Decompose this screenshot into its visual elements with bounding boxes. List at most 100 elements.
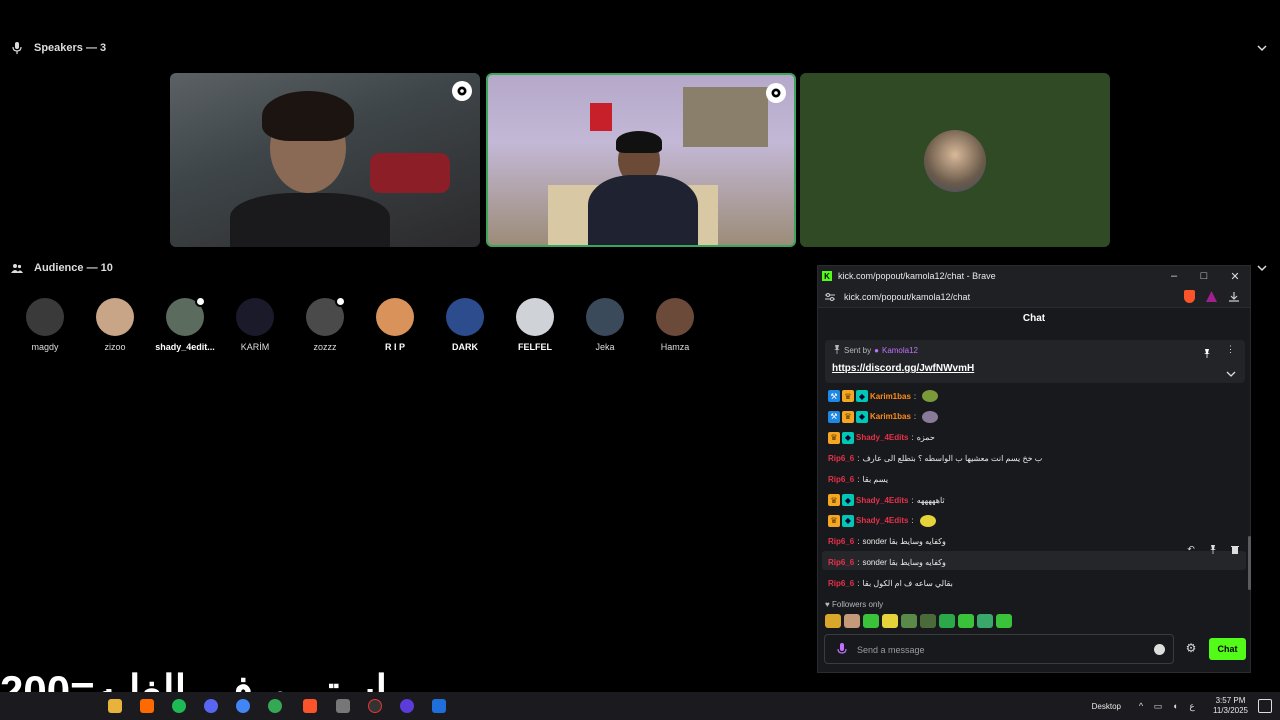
audience-member[interactable]: zizoo [85,298,145,352]
message-input[interactable] [857,641,1147,659]
chat-username[interactable]: Rip6_6 [828,475,854,484]
chat-message[interactable]: Rip6_6: ب خخ يسم انت معشيها ب الواسطه ؟ ب… [828,450,1042,466]
more-options-icon[interactable]: ⋮ [1226,344,1235,355]
speaker-avatar-tile[interactable] [800,73,1110,247]
chat-scrollbar[interactable] [1248,536,1251,590]
emote-button[interactable] [825,614,841,628]
speaker-video-tile-active[interactable] [486,73,796,247]
pinned-message[interactable]: Sent by ● Kamola12 https://discord.gg/Jw… [825,340,1245,383]
spotify-icon[interactable] [172,699,186,713]
clock[interactable]: 3:57 PM 11/3/2025 [1213,696,1248,716]
audience-member[interactable]: FELFEL [505,298,565,352]
terminal-icon[interactable] [432,699,446,713]
mod-badge-icon: ⚒ [828,410,840,423]
file-explorer-icon[interactable] [108,699,122,713]
volume-icon[interactable]: ◖ [1169,700,1181,712]
brave-shields-icon[interactable] [1184,290,1195,303]
app-icon[interactable] [336,699,350,713]
minimize-button[interactable]: – [1159,268,1189,284]
avatar [26,298,64,336]
sub-badge-icon: ◆ [856,390,868,402]
pin-message-icon[interactable] [1206,542,1220,556]
language-indicator[interactable]: ع [1186,700,1198,712]
chat-message[interactable]: ⚒ ♛ ◆ Karim1bas: [828,388,939,404]
audience-member[interactable]: shady_4edit... [155,296,215,352]
sub-badge-icon: ◆ [842,494,854,506]
pinned-link[interactable]: https://discord.gg/JwfNWvmH [832,363,974,374]
settings-badge-icon[interactable] [766,83,786,103]
emote-button[interactable] [863,614,879,628]
settings-badge-icon[interactable] [452,81,472,101]
chat-username[interactable]: Karim1bas [870,412,911,421]
app-icon[interactable] [268,699,282,713]
avatar [376,298,414,336]
chat-username[interactable]: Rip6_6 [828,558,854,567]
unpin-icon[interactable] [1203,345,1211,363]
speakers-label: Speakers — 3 [34,42,107,54]
chevron-down-icon[interactable] [1254,40,1270,56]
emote-button[interactable] [844,614,860,628]
chat-message[interactable]: ♛ ◆ Shady_4Edits: حمزه [828,430,935,446]
app-icon[interactable] [400,699,414,713]
audience-member[interactable]: DARK [435,298,495,352]
chrome-icon[interactable] [236,699,250,713]
audience-name: Hamza [660,342,690,352]
audience-member[interactable]: magdy [15,298,75,352]
maximize-button[interactable]: □ [1189,268,1219,284]
address-bar[interactable]: kick.com/popout/kamola12/chat [818,286,1250,308]
desktop-toolbar[interactable]: Desktop [1092,702,1121,711]
chat-message[interactable]: Rip6_6: يسم بقا [828,471,888,487]
emote-button[interactable] [977,614,993,628]
notification-icon[interactable] [1258,699,1272,713]
emote-button[interactable] [882,614,898,628]
gear-icon[interactable]: ⚙ [1184,641,1198,655]
emote-button[interactable] [901,614,917,628]
download-icon[interactable] [1228,291,1240,303]
chat-username[interactable]: Rip6_6 [828,537,854,546]
reply-icon[interactable]: ↶ [1184,542,1198,556]
obs-icon[interactable] [368,699,382,713]
avatar [446,298,484,336]
emote-button[interactable] [958,614,974,628]
network-icon[interactable]: ▭ [1152,700,1164,712]
emote-button[interactable] [920,614,936,628]
brave-icon[interactable] [303,699,317,713]
discord-icon[interactable] [204,699,218,713]
site-settings-icon[interactable] [824,291,836,303]
chevron-down-icon[interactable] [1254,260,1270,276]
chat-username[interactable]: Rip6_6 [828,579,854,588]
speakers-header[interactable]: Speakers — 3 [0,36,1280,60]
audience-member[interactable]: Jeka [575,298,635,352]
chat-message[interactable]: Rip6_6: sonder وكفايه وسايط بقا [828,534,946,550]
send-chat-button[interactable]: Chat [1209,638,1246,660]
chat-username[interactable]: Shady_4Edits [856,496,908,505]
window-titlebar[interactable]: K kick.com/popout/kamola12/chat - Brave … [818,266,1250,286]
delete-icon[interactable] [1228,542,1242,556]
chat-message[interactable]: Rip6_6: بقالي ساعه ف ام الكول بقا [828,575,953,591]
expand-chevron-icon[interactable] [1226,365,1236,383]
emote-button[interactable] [939,614,955,628]
audience-member[interactable]: Hamza [645,298,705,352]
audience-label: Audience — 10 [34,262,113,274]
audience-member[interactable]: KARİM [225,298,285,352]
chat-username[interactable]: Rip6_6 [828,454,854,463]
emote-button[interactable] [996,614,1012,628]
chat-username[interactable]: Shady_4Edits [856,433,908,442]
message-input-box[interactable] [824,634,1174,664]
emoji-icon[interactable] [1154,644,1165,655]
chat-message[interactable]: Rip6_6: sonder وكفايه وسايط بقا [828,554,946,570]
chat-message[interactable]: ⚒ ♛ ◆ Karim1bas: [828,409,939,425]
speaker-video-tile[interactable] [170,73,480,247]
chat-username[interactable]: Karim1bas [870,392,911,401]
chat-message[interactable]: ♛ ◆ Shady_4Edits: [828,513,936,529]
audience-member[interactable]: zozzz [295,296,355,352]
chat-username[interactable]: Shady_4Edits [856,516,908,525]
app-icon[interactable] [140,699,154,713]
pinned-user[interactable]: Kamola12 [882,346,918,355]
chat-message[interactable]: ♛ ◆ Shady_4Edits: ثاهههههه [828,492,945,508]
chevron-up-icon[interactable]: ^ [1135,700,1147,712]
microphone-icon[interactable] [837,643,847,657]
audience-member[interactable]: R I P [365,298,425,352]
close-button[interactable]: ✕ [1220,268,1250,284]
brave-rewards-icon[interactable] [1205,290,1218,303]
